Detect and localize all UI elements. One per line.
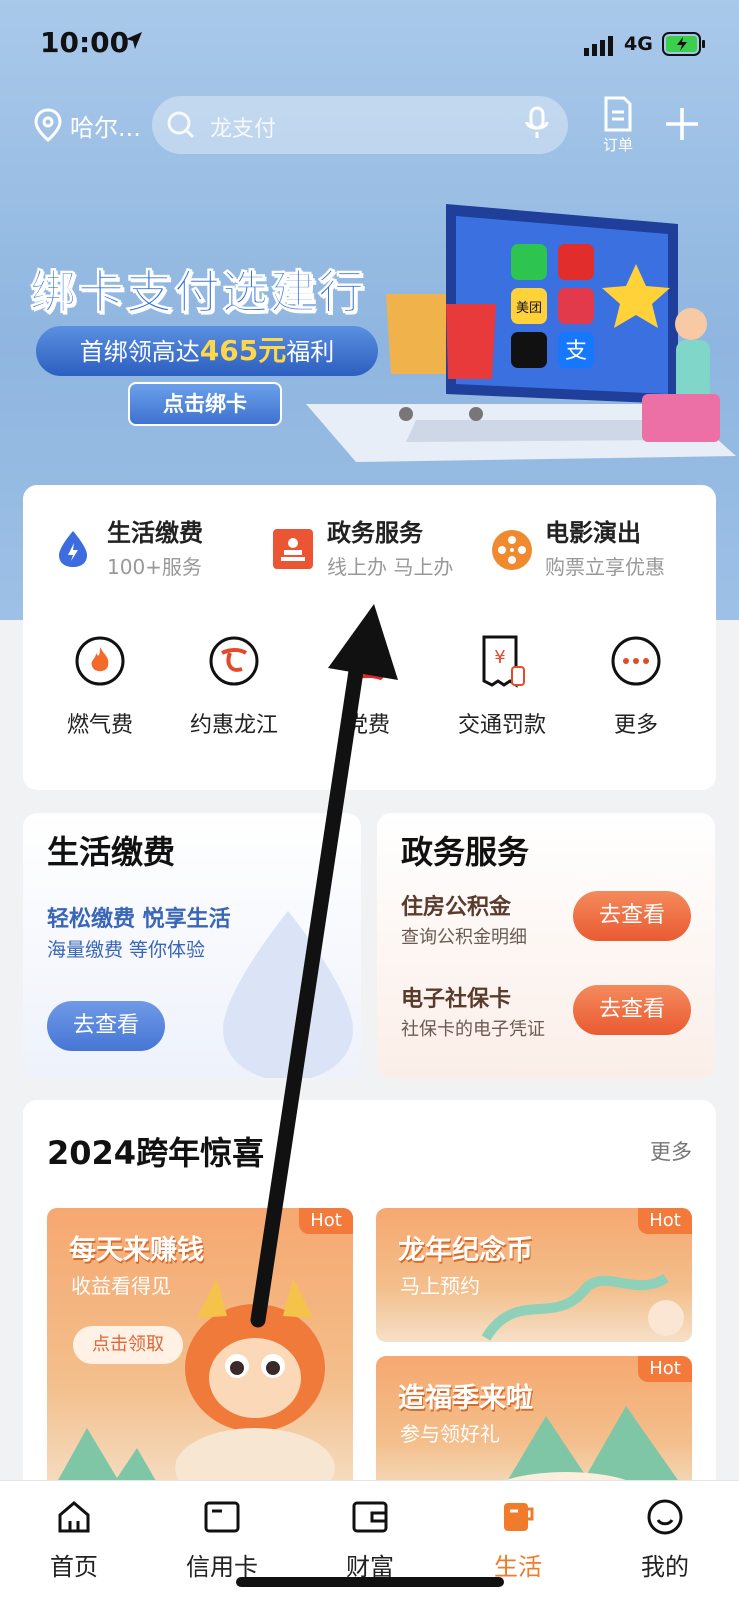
- government-stamp-icon: [273, 529, 313, 569]
- traffic-fine-icon: ¥: [482, 635, 525, 688]
- promo-tile-coin[interactable]: Hot 龙年纪念币 马上预约: [376, 1208, 692, 1342]
- housing-fund-view-button[interactable]: 去查看: [573, 891, 691, 941]
- quick-label: 交通罚款: [457, 713, 546, 738]
- smiley-icon: [647, 1499, 683, 1535]
- hot-badge: Hot: [638, 1208, 692, 1234]
- life-card-line2: 海量缴费 等你体验: [47, 939, 206, 961]
- banner-subtitle-pill: 首绑领高达465元福利: [36, 326, 378, 376]
- promo-banner[interactable]: 美团 支 绑卡支付选建行 首绑领高达465元福利 点击绑卡: [0, 170, 739, 490]
- film-reel-icon: [492, 530, 532, 570]
- quick-traffic-fine[interactable]: ¥ 交通罚款: [442, 635, 562, 745]
- status-bar: 10:00 4G: [0, 0, 739, 86]
- life-card-title: 生活缴费: [47, 833, 176, 871]
- tile-title: 造福季来啦: [398, 1383, 533, 1414]
- tab-label: 首页: [50, 1553, 98, 1581]
- tab-home[interactable]: 首页: [0, 1481, 148, 1601]
- top-header: 哈尔... 龙支付 订单: [0, 92, 739, 156]
- category-title: 电影演出: [545, 519, 641, 547]
- tab-label: 我的: [641, 1553, 689, 1581]
- search-bar[interactable]: 龙支付: [152, 96, 568, 154]
- alipay-label: 支: [565, 339, 587, 364]
- promo-tile-blessing[interactable]: Hot 造福季来啦 参与领好礼: [376, 1356, 692, 1500]
- pill-suffix: 福利: [286, 338, 335, 366]
- network-type: 4G: [624, 33, 653, 55]
- order-document-icon: [604, 96, 632, 132]
- hot-badge: Hot: [299, 1208, 353, 1234]
- quick-party-fee[interactable]: 党费: [308, 635, 428, 745]
- tab-mine[interactable]: 我的: [591, 1481, 739, 1601]
- government-card: 政务服务 住房公积金 查询公积金明细 去查看 电子社保卡 社保卡的电子凭证 去查…: [377, 813, 715, 1078]
- new-year-promo-section: 2024跨年惊喜 更多 Hot 每天来赚钱 收益看得见 点击领取 Hot 龙年纪…: [23, 1100, 716, 1500]
- flame-icon: [75, 636, 125, 686]
- search-placeholder: 龙支付: [210, 117, 277, 142]
- pill-prefix: 首绑领高达: [79, 338, 200, 366]
- coffee-cup-icon: [504, 1503, 534, 1531]
- quick-label: 党费: [345, 713, 390, 738]
- life-payment-card[interactable]: 生活缴费 轻松缴费 悦享生活 海量缴费 等你体验 去查看: [23, 813, 361, 1078]
- order-label: 订单: [602, 136, 633, 154]
- tile-title: 龙年纪念币: [398, 1235, 533, 1266]
- location-arrow-icon: [126, 32, 142, 49]
- promo-more-link[interactable]: 更多: [650, 1136, 692, 1166]
- signal-icon: [584, 36, 613, 56]
- category-subtitle: 线上办 马上办: [327, 555, 454, 579]
- promo-title: 2024跨年惊喜: [47, 1134, 265, 1172]
- social-security-view-button[interactable]: 去查看: [573, 985, 691, 1035]
- more-icon: [611, 636, 661, 686]
- party-fee-icon: [352, 674, 384, 681]
- water-drop-watermark-icon: [223, 911, 353, 1078]
- gov-row-subtitle: 查询公积金明细: [401, 927, 527, 948]
- meituan-label: 美团: [516, 301, 542, 316]
- location-pin-icon[interactable]: [34, 108, 62, 142]
- svg-text:¥: ¥: [494, 647, 505, 668]
- service-card: 生活缴费 100+服务 政务服务 线上办 马上办 电影演出 购票立享优惠 燃气费: [23, 485, 716, 790]
- tile-subtitle: 马上预约: [400, 1274, 480, 1298]
- gov-row-subtitle: 社保卡的电子凭证: [401, 1019, 545, 1040]
- plus-icon[interactable]: [664, 106, 700, 142]
- promo-tile-earn[interactable]: Hot 每天来赚钱 收益看得见 点击领取: [47, 1208, 353, 1500]
- life-card-view-button[interactable]: 去查看: [47, 1001, 165, 1051]
- quick-gas-fee[interactable]: 燃气费: [40, 635, 160, 745]
- battery-icon: [662, 32, 705, 56]
- tile-title: 每天来赚钱: [69, 1235, 204, 1266]
- tile-subtitle: 收益看得见: [71, 1274, 171, 1298]
- water-drop-icon: [59, 531, 87, 567]
- order-button[interactable]: 订单: [596, 96, 640, 154]
- bind-card-button[interactable]: 点击绑卡: [128, 382, 282, 426]
- category-title: 生活缴费: [107, 519, 203, 547]
- home-icon: [58, 1501, 90, 1533]
- gov-card-title: 政务服务: [401, 833, 530, 871]
- life-card-line1: 轻松缴费 悦享生活: [47, 907, 231, 932]
- tile-subtitle: 参与领好礼: [400, 1422, 500, 1446]
- banner-title: 绑卡支付选建行: [30, 265, 366, 320]
- dragon-illustration: [175, 1278, 335, 1500]
- category-subtitle: 100+服务: [107, 555, 202, 579]
- pill-amount: 465元: [199, 334, 287, 367]
- quick-label: 约惠龙江: [189, 713, 278, 738]
- category-subtitle: 购票立享优惠: [545, 555, 665, 579]
- credit-card-icon: [204, 1501, 240, 1533]
- search-icon: [167, 111, 195, 139]
- quick-label: 更多: [613, 713, 658, 738]
- claim-button[interactable]: 点击领取: [73, 1326, 183, 1364]
- category-title: 政务服务: [327, 519, 423, 547]
- microphone-icon[interactable]: [524, 106, 550, 142]
- wallet-icon: [352, 1501, 388, 1533]
- gov-row-title: 住房公积金: [401, 895, 512, 920]
- home-indicator: [236, 1577, 504, 1587]
- quick-label: 燃气费: [66, 713, 133, 738]
- status-time: 10:00: [40, 26, 130, 59]
- quick-more[interactable]: 更多: [576, 635, 696, 745]
- yuehui-logo-icon: [209, 636, 259, 686]
- quick-yuehui[interactable]: 约惠龙江: [174, 635, 294, 745]
- city-selector[interactable]: 哈尔...: [70, 108, 141, 143]
- gov-row-title: 电子社保卡: [401, 987, 512, 1012]
- hot-badge: Hot: [638, 1356, 692, 1382]
